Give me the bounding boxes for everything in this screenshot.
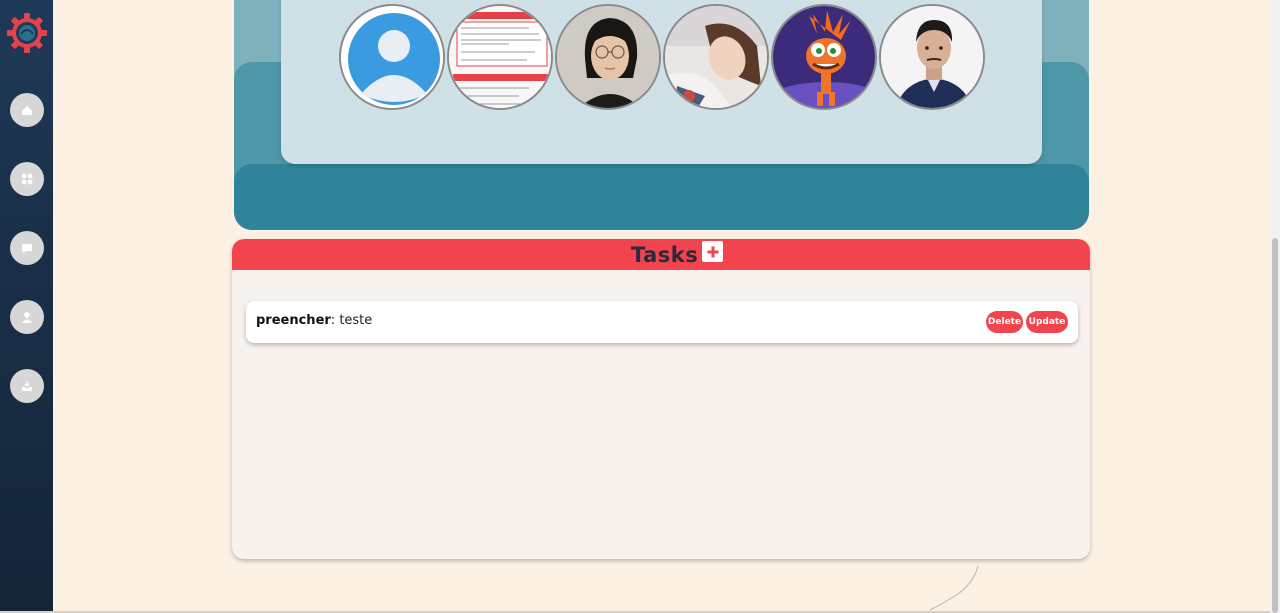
sidebar-item-profile[interactable]: [10, 300, 44, 334]
team-section: [234, 0, 1089, 230]
tasks-title: Tasks: [631, 243, 699, 267]
user-icon: [22, 312, 32, 323]
task-description: teste: [339, 313, 373, 328]
member-avatar-screenshot[interactable]: [447, 4, 553, 110]
member-avatar-cartoon[interactable]: [771, 4, 877, 110]
delete-task-button[interactable]: Delete: [986, 311, 1023, 333]
chat-icon: [22, 244, 32, 253]
home-icon: [22, 106, 32, 115]
sidebar-item-home[interactable]: [10, 93, 44, 127]
plus-icon: [707, 246, 718, 257]
member-avatar-glasses[interactable]: [555, 4, 661, 110]
add-task-button[interactable]: [702, 241, 723, 262]
sidebar-item-chat[interactable]: [10, 231, 44, 265]
inbox-icon: [22, 381, 32, 391]
task-card: preencher: teste Delete Update: [246, 301, 1078, 343]
sidebar-item-dashboard[interactable]: [10, 162, 44, 196]
tasks-header: Tasks: [232, 239, 1090, 270]
sidebar-item-inbox[interactable]: [10, 369, 44, 403]
update-task-button[interactable]: Update: [1026, 311, 1068, 333]
team-card: [281, 0, 1042, 164]
member-avatar-default[interactable]: [339, 4, 445, 110]
logo-gear-icon[interactable]: [6, 12, 48, 54]
vertical-scrollbar[interactable]: [1270, 0, 1280, 613]
task-text: preencher: teste: [256, 313, 372, 328]
grid-icon: [21, 173, 33, 185]
member-avatar-shirt[interactable]: [879, 4, 985, 110]
scrollbar-thumb[interactable]: [1272, 238, 1278, 613]
tasks-panel: Tasks preencher: teste Delete Update: [232, 239, 1090, 559]
sidebar: [0, 0, 53, 613]
member-avatar-selfie[interactable]: [663, 4, 769, 110]
task-name: preencher: [256, 313, 331, 328]
decorative-curve: [929, 565, 979, 611]
